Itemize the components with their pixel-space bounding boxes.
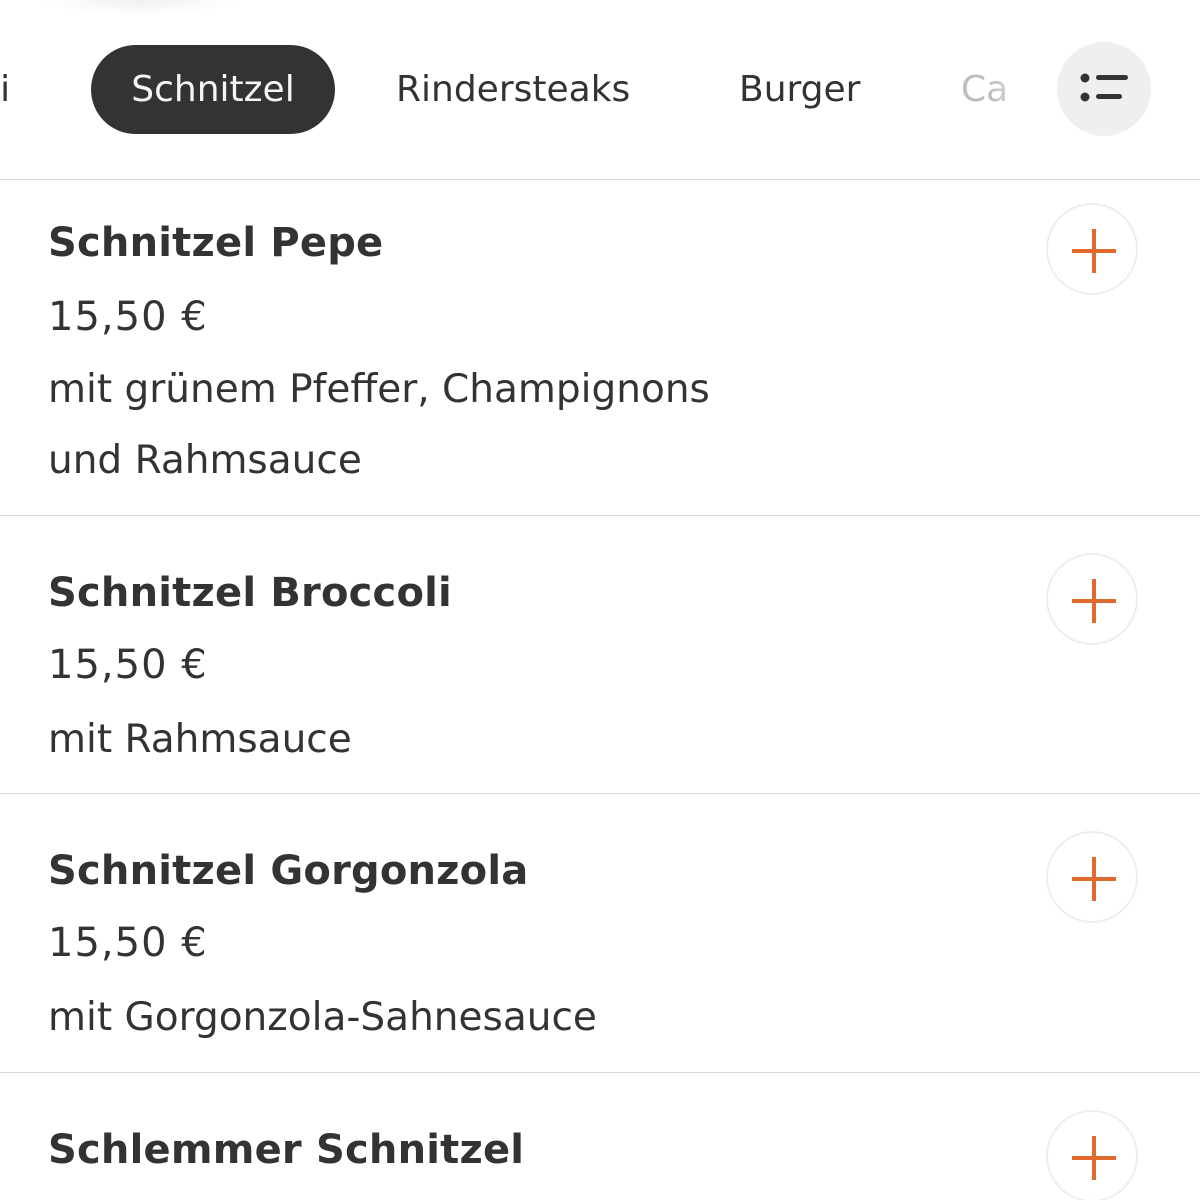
menu-screen: ti Schnitzel Rindersteaks Burger Ca Schn… [0,0,1200,1200]
category-bar: ti Schnitzel Rindersteaks Burger Ca [0,0,1200,180]
tabs-fade [990,40,1060,140]
category-list-button[interactable] [1057,42,1151,136]
item-description-line1: mit grünem Pfeffer, Champignons [48,367,710,412]
item-name: Schnitzel Broccoli [48,570,452,616]
tab-burger-label: Burger [739,69,861,110]
add-button[interactable] [1046,553,1138,645]
plus-icon [1072,579,1116,623]
plus-icon [1072,1136,1116,1180]
menu-item-schnitzel-pepe[interactable]: Schnitzel Pepe 15,50 € mit grünem Pfeffe… [0,180,1200,516]
tab-schnitzel[interactable]: Schnitzel [91,45,335,134]
tab-partial-left[interactable]: ti [0,45,30,134]
item-price: 15,50 € [48,294,208,340]
item-description-line1: mit Gorgonzola-Sahnesauce [48,995,597,1040]
menu-item-schlemmer-schnitzel[interactable]: Schlemmer Schnitzel [0,1073,1200,1200]
tab-rindersteaks-label: Rindersteaks [396,69,631,110]
item-name: Schnitzel Pepe [48,220,384,266]
add-button[interactable] [1046,203,1138,295]
tab-burger[interactable]: Burger [739,45,860,134]
tab-partial-left-label: ti [0,69,11,110]
item-description-line2: und Rahmsauce [48,438,362,483]
item-price: 15,50 € [48,642,208,688]
item-description: mit Gorgonzola-Sahnesauce [48,982,828,1053]
item-description: mit grünem Pfeffer, Champignons und Rahm… [48,354,828,496]
menu-item-schnitzel-gorgonzola[interactable]: Schnitzel Gorgonzola 15,50 € mit Gorgonz… [0,794,1200,1073]
add-button[interactable] [1046,1110,1138,1200]
item-name: Schlemmer Schnitzel [48,1127,525,1173]
top-shadow [40,0,240,14]
tab-rindersteaks[interactable]: Rindersteaks [396,45,630,134]
item-price: 15,50 € [48,920,208,966]
plus-icon [1072,857,1116,901]
plus-icon [1072,229,1116,273]
item-name: Schnitzel Gorgonzola [48,848,529,894]
item-description-line1: mit Rahmsauce [48,717,352,762]
add-button[interactable] [1046,831,1138,923]
tab-schnitzel-label: Schnitzel [131,69,295,110]
menu-item-schnitzel-broccoli[interactable]: Schnitzel Broccoli 15,50 € mit Rahmsauce [0,516,1200,794]
item-description: mit Rahmsauce [48,704,828,775]
list-icon [1080,73,1128,102]
